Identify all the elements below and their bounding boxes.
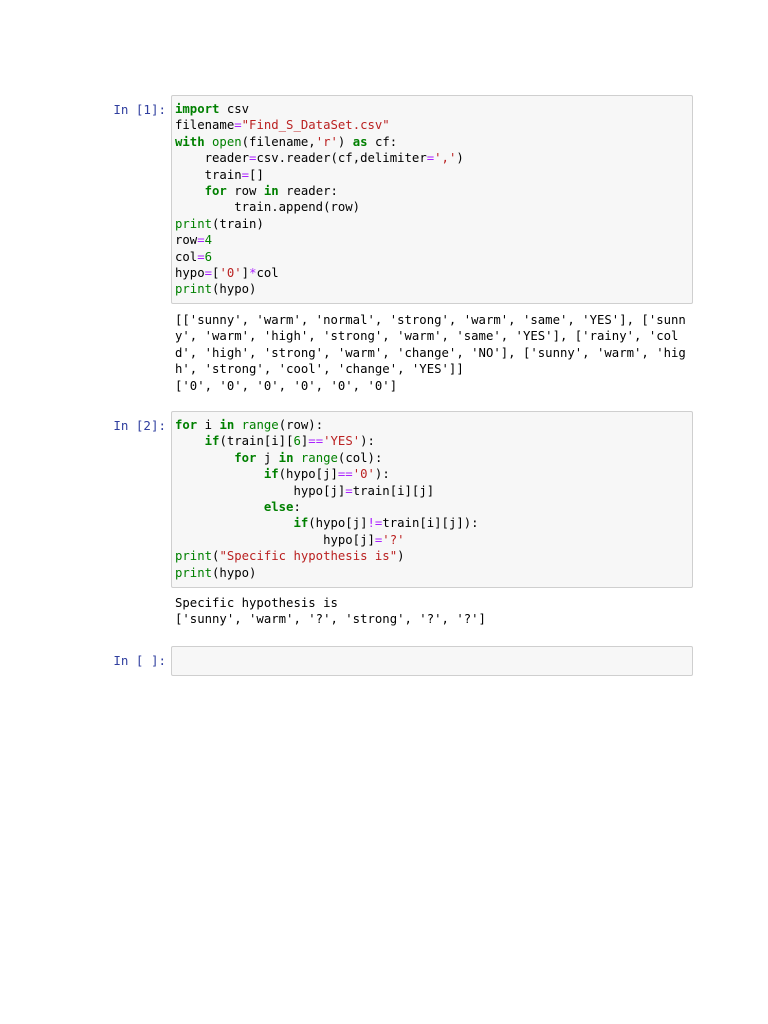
code-line: print(hypo) bbox=[175, 565, 257, 580]
code-line: print(train) bbox=[175, 216, 264, 231]
output-line: ['0', '0', '0', '0', '0', '0'] bbox=[175, 378, 398, 393]
code-editor[interactable]: import csv filename="Find_S_DataSet.csv"… bbox=[172, 96, 692, 298]
code-line: for j in range(col): bbox=[234, 450, 383, 465]
code-editor[interactable]: for i in range(row): if(train[i][6]=='YE… bbox=[172, 412, 692, 581]
cell-prompt: In [2]: bbox=[113, 418, 166, 433]
code-line: print(hypo) bbox=[175, 282, 257, 297]
code-line: hypo[j]=train[i][j] bbox=[175, 483, 435, 498]
code-line: reader=csv.reader(cf,delimiter=',') bbox=[175, 151, 464, 166]
code-line: else: bbox=[263, 500, 301, 515]
code-line: if(train[i][6]=='YES'): bbox=[204, 434, 375, 449]
cell-output: Specific hypothesis is ['sunny', 'warm',… bbox=[175, 595, 690, 628]
code-line: print("Specific hypothesis is") bbox=[175, 549, 405, 564]
output-line: Specific hypothesis is bbox=[175, 596, 338, 610]
code-line: hypo=['0']*col bbox=[175, 266, 279, 281]
code-line: for row in reader: bbox=[204, 184, 338, 199]
cell-prompt: In [1]: bbox=[113, 102, 166, 117]
code-input-area[interactable]: for i in range(row): if(train[i][6]=='YE… bbox=[171, 411, 693, 588]
code-line: filename="Find_S_DataSet.csv" bbox=[175, 118, 390, 133]
cell-prompt: In [ ]: bbox=[113, 653, 166, 668]
code-line: train=[] bbox=[175, 167, 264, 182]
code-line: if(hypo[j]!=train[i][j]): bbox=[293, 516, 479, 531]
code-line: row=4 bbox=[175, 233, 213, 248]
code-line: if(hypo[j]=='0'): bbox=[263, 467, 390, 482]
output-line: ['sunny', 'warm', '?', 'strong', '?', '?… bbox=[175, 612, 486, 627]
code-line: for i in range(row): bbox=[175, 418, 324, 432]
code-input-area[interactable] bbox=[171, 646, 693, 676]
code-line: hypo[j]='?' bbox=[175, 532, 405, 547]
code-line: train.append(row) bbox=[175, 200, 361, 215]
code-line: with open(filename,'r') as cf: bbox=[175, 134, 398, 149]
cell-output: [['sunny', 'warm', 'normal', 'strong', '… bbox=[175, 312, 690, 394]
output-line: y', 'warm', 'high', 'strong', 'warm', 's… bbox=[175, 329, 679, 344]
code-line: col=6 bbox=[175, 249, 213, 264]
output-line: d', 'high', 'strong', 'warm', 'change', … bbox=[175, 345, 686, 360]
code-input-area[interactable]: import csv filename="Find_S_DataSet.csv"… bbox=[171, 95, 693, 304]
output-line: [['sunny', 'warm', 'normal', 'strong', '… bbox=[175, 313, 686, 327]
code-line: import csv bbox=[175, 102, 250, 116]
output-line: h', 'strong', 'cool', 'change', 'YES']] bbox=[175, 362, 464, 377]
